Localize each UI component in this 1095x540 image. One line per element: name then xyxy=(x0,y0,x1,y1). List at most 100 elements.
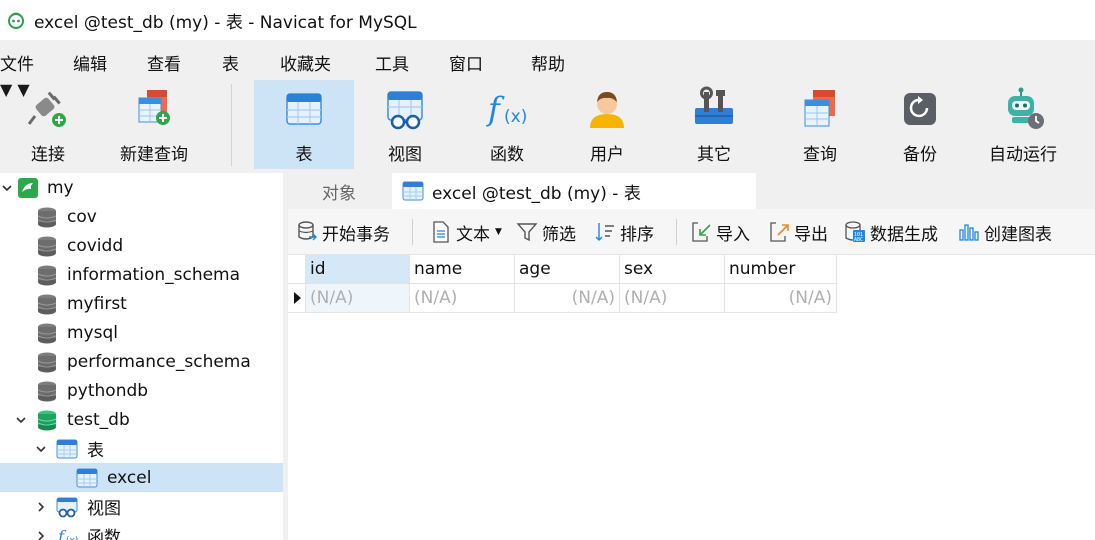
tree-label: 表 xyxy=(87,441,104,461)
tree-db-item[interactable]: mysql xyxy=(0,318,283,347)
text-button[interactable]: 文本 ▼ xyxy=(430,219,502,245)
grid-cell[interactable]: (N/A) xyxy=(410,284,515,313)
view-icon xyxy=(56,497,78,517)
function-label: 函数 xyxy=(490,145,524,165)
tree-label: myfirst xyxy=(67,293,127,314)
grid-cell[interactable]: (N/A) xyxy=(725,284,837,313)
export-button[interactable]: 导出 xyxy=(768,219,828,245)
user-button[interactable]: 用户 xyxy=(560,80,654,169)
database-icon xyxy=(37,265,57,285)
column-header-number[interactable]: number xyxy=(725,255,837,284)
tree-functions-node[interactable]: f (x) 函数 xyxy=(0,521,283,540)
grid-cell[interactable]: (N/A) xyxy=(306,284,410,313)
view-button[interactable]: 视图 xyxy=(357,80,453,169)
tree-db-item[interactable]: cov xyxy=(0,202,283,231)
menu-view[interactable]: 查看 xyxy=(147,50,181,75)
title-bar: excel @test_db (my) - 表 - Navicat for My… xyxy=(0,0,1095,40)
database-icon xyxy=(37,352,57,372)
tree-label: performance_schema xyxy=(67,351,251,372)
toolbar-separator xyxy=(676,219,677,245)
tree-table-excel[interactable]: excel xyxy=(0,463,283,492)
query-button[interactable]: 查询 xyxy=(776,80,864,169)
data-generation-button[interactable]: 101 ABC 数据生成 xyxy=(844,219,938,245)
chart-icon xyxy=(958,221,980,243)
import-icon xyxy=(690,221,712,243)
plug-icon xyxy=(25,86,71,132)
svg-text:ABC: ABC xyxy=(854,237,863,243)
tab-excel-table[interactable]: excel @test_db (my) - 表 xyxy=(392,173,756,209)
data-generation-label: 数据生成 xyxy=(870,224,938,245)
other-button[interactable]: 其它 xyxy=(668,80,760,169)
expand-chevron-icon[interactable] xyxy=(34,442,48,456)
automation-label: 自动运行 xyxy=(989,145,1057,165)
view-icon xyxy=(382,86,428,132)
menu-file[interactable]: 文件 xyxy=(0,50,34,75)
sort-button[interactable]: 排序 xyxy=(594,219,654,245)
automation-button[interactable]: 自动运行 xyxy=(978,80,1068,169)
begin-transaction-button[interactable]: 开始事务 xyxy=(296,219,390,245)
function-button[interactable]: f (x) 函数 xyxy=(459,80,555,169)
database-icon xyxy=(37,294,57,314)
connection-icon xyxy=(18,177,38,198)
text-dropdown-chevron-icon[interactable]: ▼ xyxy=(495,227,502,237)
column-header-sex[interactable]: sex xyxy=(620,255,725,284)
expand-chevron-icon[interactable] xyxy=(14,413,28,427)
table-icon xyxy=(402,181,424,201)
tree-db-item[interactable]: performance_schema xyxy=(0,347,283,376)
tree-views-node[interactable]: 视图 xyxy=(0,492,283,521)
robot-icon xyxy=(1000,86,1046,132)
tree-tables-node[interactable]: 表 xyxy=(0,434,283,463)
backup-button[interactable]: 备份 xyxy=(876,80,964,169)
begin-transaction-label: 开始事务 xyxy=(322,224,390,245)
data-generation-icon: 101 ABC xyxy=(844,221,866,243)
svg-text:(x): (x) xyxy=(66,536,78,540)
tree-label: 函数 xyxy=(87,528,121,540)
tab-label: 对象 xyxy=(322,183,356,204)
grid-cell[interactable]: (N/A) xyxy=(620,284,725,313)
tree-label: covidd xyxy=(67,235,124,256)
new-query-icon xyxy=(131,86,177,132)
tree-db-item[interactable]: myfirst xyxy=(0,289,283,318)
menu-table[interactable]: 表 xyxy=(222,50,239,75)
column-header-age[interactable]: age xyxy=(515,255,620,284)
column-header-name[interactable]: name xyxy=(410,255,515,284)
connect-button[interactable]: 连接 xyxy=(8,80,88,169)
query-icon xyxy=(797,86,843,132)
database-icon xyxy=(37,323,57,343)
table-icon xyxy=(76,468,98,487)
tree-db-item[interactable]: pythondb xyxy=(0,376,283,405)
svg-text:(x): (x) xyxy=(504,107,527,127)
collapse-chevron-right-icon[interactable] xyxy=(34,529,48,540)
menu-tools[interactable]: 工具 xyxy=(375,50,409,75)
toolbar-separator xyxy=(412,219,413,245)
menu-edit[interactable]: 编辑 xyxy=(73,50,107,75)
tree-label: excel xyxy=(107,467,152,488)
tree-db-test-db[interactable]: test_db xyxy=(0,405,283,434)
new-query-button[interactable]: 新建查询 xyxy=(112,80,196,169)
user-icon xyxy=(584,86,630,132)
import-label: 导入 xyxy=(716,224,750,245)
menu-favorites[interactable]: 收藏夹 xyxy=(280,50,331,75)
menu-window[interactable]: 窗口 xyxy=(449,50,483,75)
navigation-tree: my cov covidd information_schema myfirst… xyxy=(0,173,283,540)
current-row-arrow-icon[interactable] xyxy=(288,284,306,313)
collapse-chevron-right-icon[interactable] xyxy=(34,500,48,514)
create-chart-button[interactable]: 创建图表 xyxy=(958,219,1052,245)
tree-db-item[interactable]: covidd xyxy=(0,231,283,260)
export-icon xyxy=(768,221,790,243)
tree-db-item[interactable]: information_schema xyxy=(0,260,283,289)
tree-connection-my[interactable]: my xyxy=(0,173,283,202)
column-header-id[interactable]: id xyxy=(306,255,410,284)
expand-chevron-icon[interactable] xyxy=(0,181,14,195)
object-toolbar: 开始事务 文本 ▼ 筛选 排序 导入 导出 101 ABC 数据生成 创建图表 xyxy=(288,209,1095,255)
grid-cell[interactable]: (N/A) xyxy=(515,284,620,313)
menu-help[interactable]: 帮助 xyxy=(531,50,565,75)
navicat-window: excel @test_db (my) - 表 - Navicat for My… xyxy=(0,0,1095,540)
navicat-logo-icon xyxy=(8,12,24,29)
svg-text:f: f xyxy=(486,90,505,128)
filter-button[interactable]: 筛选 xyxy=(516,219,576,245)
table-button[interactable]: 表 xyxy=(254,80,354,169)
table-icon xyxy=(281,86,327,132)
import-button[interactable]: 导入 xyxy=(690,219,750,245)
tab-objects[interactable]: 对象 xyxy=(288,173,390,209)
